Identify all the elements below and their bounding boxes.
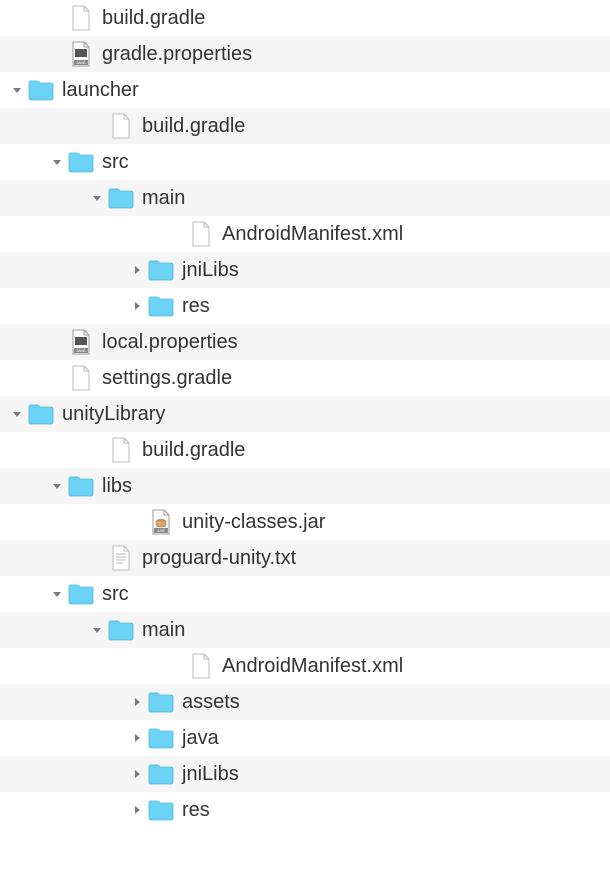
- tree-item-label: res: [182, 799, 210, 822]
- tree-item-label: libs: [102, 475, 132, 498]
- tree-item-label: launcher: [62, 79, 139, 102]
- disclosure-right-icon[interactable]: [128, 801, 146, 819]
- disclosure-right-icon[interactable]: [128, 693, 146, 711]
- tree-item-label: assets: [182, 691, 240, 714]
- folder-icon: [148, 761, 174, 787]
- tree-row[interactable]: build.gradle: [0, 108, 610, 144]
- folder-icon: [148, 797, 174, 823]
- tree-item-label: main: [142, 619, 185, 642]
- file-icon: [68, 5, 94, 31]
- tree-item-label: settings.gradle: [102, 367, 232, 390]
- tree-row[interactable]: launcher: [0, 72, 610, 108]
- tree-row[interactable]: jniLibs: [0, 252, 610, 288]
- folder-icon: [148, 689, 174, 715]
- tree-item-label: proguard-unity.txt: [142, 547, 296, 570]
- tree-row[interactable]: proguard-unity.txt: [0, 540, 610, 576]
- folder-icon: [68, 473, 94, 499]
- tree-item-label: gradle.properties: [102, 43, 252, 66]
- java-file-icon: JAVA: [68, 41, 94, 67]
- tree-row[interactable]: AndroidManifest.xml: [0, 216, 610, 252]
- tree-row[interactable]: java: [0, 720, 610, 756]
- tree-item-label: AndroidManifest.xml: [222, 655, 403, 678]
- tree-item-label: build.gradle: [102, 7, 205, 30]
- txt-icon: [108, 545, 134, 571]
- folder-icon: [28, 401, 54, 427]
- disclosure-down-icon[interactable]: [88, 621, 106, 639]
- svg-text:JAVA: JAVA: [76, 348, 86, 353]
- folder-icon: [148, 293, 174, 319]
- tree-row[interactable]: main: [0, 612, 610, 648]
- tree-item-label: src: [102, 583, 129, 606]
- disclosure-down-icon[interactable]: [8, 81, 26, 99]
- tree-item-label: src: [102, 151, 129, 174]
- tree-row[interactable]: build.gradle: [0, 0, 610, 36]
- disclosure-down-icon[interactable]: [88, 189, 106, 207]
- disclosure-right-icon[interactable]: [128, 729, 146, 747]
- tree-row[interactable]: unityLibrary: [0, 396, 610, 432]
- file-icon: [108, 113, 134, 139]
- tree-row[interactable]: build.gradle: [0, 432, 610, 468]
- tree-item-label: AndroidManifest.xml: [222, 223, 403, 246]
- disclosure-right-icon[interactable]: [128, 261, 146, 279]
- tree-row[interactable]: AndroidManifest.xml: [0, 648, 610, 684]
- disclosure-down-icon[interactable]: [8, 405, 26, 423]
- tree-row[interactable]: jniLibs: [0, 756, 610, 792]
- folder-icon: [148, 257, 174, 283]
- disclosure-down-icon[interactable]: [48, 585, 66, 603]
- tree-item-label: res: [182, 295, 210, 318]
- tree-row[interactable]: settings.gradle: [0, 360, 610, 396]
- disclosure-down-icon[interactable]: [48, 153, 66, 171]
- tree-item-label: build.gradle: [142, 115, 245, 138]
- tree-item-label: build.gradle: [142, 439, 245, 462]
- tree-item-label: main: [142, 187, 185, 210]
- tree-row[interactable]: main: [0, 180, 610, 216]
- tree-row[interactable]: src: [0, 576, 610, 612]
- file-icon: [108, 437, 134, 463]
- disclosure-right-icon[interactable]: [128, 765, 146, 783]
- tree-item-label: unity-classes.jar: [182, 511, 325, 534]
- tree-row[interactable]: src: [0, 144, 610, 180]
- tree-row[interactable]: JAVA gradle.properties: [0, 36, 610, 72]
- tree-row[interactable]: assets: [0, 684, 610, 720]
- tree-row[interactable]: JAR unity-classes.jar: [0, 504, 610, 540]
- jar-icon: JAR: [148, 509, 174, 535]
- folder-icon: [108, 185, 134, 211]
- tree-item-label: jniLibs: [182, 763, 239, 786]
- folder-icon: [148, 725, 174, 751]
- tree-item-label: unityLibrary: [62, 403, 165, 426]
- svg-text:JAVA: JAVA: [76, 60, 86, 65]
- svg-text:JAR: JAR: [157, 528, 165, 533]
- tree-row[interactable]: JAVA local.properties: [0, 324, 610, 360]
- folder-icon: [68, 581, 94, 607]
- tree-row[interactable]: res: [0, 288, 610, 324]
- tree-row[interactable]: libs: [0, 468, 610, 504]
- file-icon: [188, 653, 214, 679]
- disclosure-right-icon[interactable]: [128, 297, 146, 315]
- file-tree: build.gradle JAVA gradle.properties launche…: [0, 0, 610, 828]
- java-file-icon: JAVA: [68, 329, 94, 355]
- file-icon: [188, 221, 214, 247]
- folder-icon: [28, 77, 54, 103]
- file-icon: [68, 365, 94, 391]
- tree-item-label: local.properties: [102, 331, 238, 354]
- folder-icon: [108, 617, 134, 643]
- folder-icon: [68, 149, 94, 175]
- tree-item-label: java: [182, 727, 219, 750]
- tree-item-label: jniLibs: [182, 259, 239, 282]
- disclosure-down-icon[interactable]: [48, 477, 66, 495]
- tree-row[interactable]: res: [0, 792, 610, 828]
